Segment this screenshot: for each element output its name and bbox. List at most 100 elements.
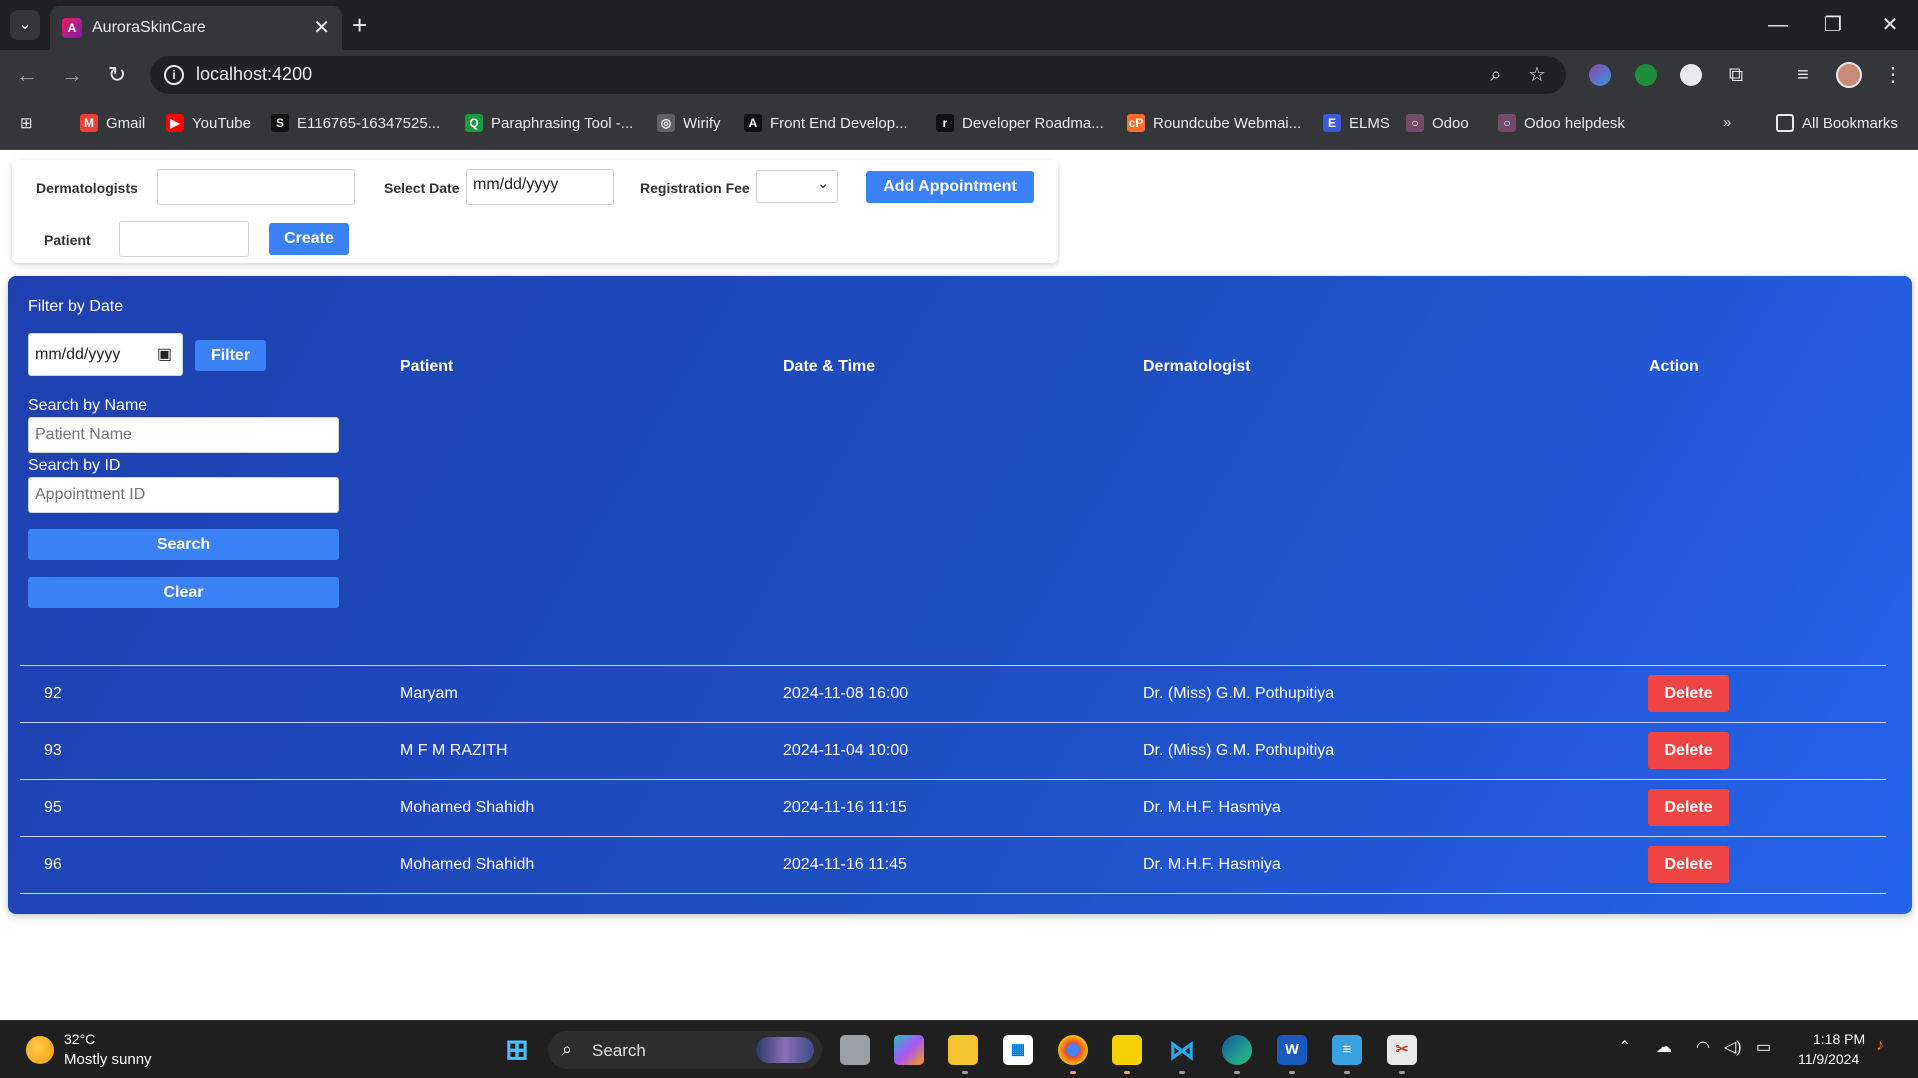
bookmark-item[interactable]: ○ Odoo helpdesk [1498, 114, 1625, 132]
row-divider [20, 836, 1886, 837]
patient-input[interactable] [119, 221, 249, 257]
forward-icon[interactable]: → [55, 60, 89, 90]
minimize-icon[interactable]: — [1758, 8, 1798, 42]
link-icon: S [271, 114, 289, 132]
bookmark-item[interactable]: Q Paraphrasing Tool -... [465, 114, 633, 132]
browser-toolbar: ← → ↻ i localhost:4200 ⌕ ☆ ⧉ ≡ ⋮ [0, 50, 1918, 100]
cell-patient: M F M RAZITH [400, 742, 508, 759]
site-info-icon[interactable]: i [164, 65, 184, 85]
extension-icon[interactable] [1635, 64, 1657, 86]
file-explorer-icon[interactable] [948, 1035, 978, 1065]
header-patient: Patient [400, 358, 454, 375]
tray-overflow-icon[interactable]: ⌃ [1618, 1037, 1631, 1057]
bookmark-item[interactable]: S E116765-16347525... [271, 114, 440, 132]
running-indicator [1070, 1071, 1076, 1074]
zoom-icon[interactable]: ⌕ [1483, 62, 1509, 88]
reload-icon[interactable]: ↻ [100, 60, 134, 90]
task-view-icon[interactable] [840, 1035, 870, 1065]
bookmark-label: Roundcube Webmai... [1153, 114, 1302, 132]
registration-fee-label: Registration Fee [640, 180, 750, 196]
weather-icon[interactable] [26, 1036, 54, 1064]
bookmarks-bar: ⊞ » All Bookmarks M Gmail ▶ YouTube S E116765… [0, 100, 1918, 150]
search-icon: ⌕ [562, 1039, 573, 1059]
tab-title: AuroraSkinCare [92, 19, 206, 36]
dermatologists-input[interactable] [157, 169, 355, 205]
copilot-icon[interactable] [894, 1035, 924, 1065]
clock-date[interactable]: 11/9/2024 [1798, 1051, 1859, 1067]
folder-icon [1776, 114, 1794, 132]
battery-icon[interactable]: ▭ [1756, 1037, 1771, 1057]
quillbot-icon: Q [465, 114, 483, 132]
edge-icon[interactable] [1222, 1035, 1252, 1065]
profile-avatar[interactable] [1836, 62, 1862, 88]
word-icon[interactable]: W [1277, 1035, 1307, 1065]
apps-grid-icon[interactable]: ⊞ [20, 114, 33, 132]
running-indicator [962, 1071, 968, 1074]
all-bookmarks-folder[interactable]: All Bookmarks [1776, 114, 1898, 132]
new-tab-button[interactable]: + [352, 10, 367, 40]
clock-time[interactable]: 1:18 PM [1813, 1031, 1865, 1047]
appointment-form-card: Dermatologists Select Date mm/dd/yyyy Re… [12, 160, 1058, 263]
bookmark-item[interactable]: r Developer Roadma... [936, 114, 1104, 132]
vscode-icon[interactable]: ⋈ [1167, 1035, 1197, 1065]
cell-appointment-id: 93 [44, 742, 62, 759]
bookmark-item[interactable]: cP Roundcube Webmai... [1127, 114, 1301, 132]
odoo-icon: ○ [1406, 114, 1424, 132]
running-indicator [1179, 1071, 1185, 1074]
sticky-notes-icon[interactable] [1112, 1035, 1142, 1065]
restore-icon[interactable]: ❐ [1813, 8, 1853, 42]
notepad-icon[interactable]: ≡ [1332, 1035, 1362, 1065]
app-favicon-icon: A [62, 18, 82, 38]
odoo-icon: ○ [1498, 114, 1516, 132]
search-highlight-image [756, 1037, 814, 1063]
appointment-id-input[interactable] [28, 477, 339, 513]
registration-fee-select[interactable]: ⌄ [756, 170, 838, 203]
search-button[interactable]: Search [28, 529, 339, 560]
bookmark-item[interactable]: ▶ YouTube [166, 114, 251, 132]
taskbar: 32°C Mostly sunny ⊞ ⌕ Search ▦ ⋈ W ≡ ✂ ⌃… [0, 1020, 1918, 1078]
windows-start-icon[interactable]: ⊞ [502, 1035, 532, 1065]
dermatologists-label: Dermatologists [36, 180, 138, 196]
bookmark-label: Wirify [683, 114, 721, 132]
notification-bell-icon[interactable]: ♪ [1876, 1037, 1884, 1055]
chrome-icon[interactable] [1058, 1035, 1088, 1065]
bookmark-label: YouTube [192, 114, 251, 132]
microsoft-store-icon[interactable]: ▦ [1003, 1035, 1033, 1065]
onedrive-icon[interactable]: ☁ [1656, 1037, 1672, 1057]
bookmark-item[interactable]: A Front End Develop... [744, 114, 908, 132]
volume-icon[interactable]: ◁) [1724, 1037, 1742, 1057]
taskbar-search[interactable]: ⌕ Search [548, 1031, 822, 1069]
globe-icon: ◎ [657, 114, 675, 132]
more-bookmarks-icon[interactable]: » [1723, 114, 1731, 131]
delete-button[interactable]: Delete [1648, 675, 1729, 712]
tab-search-button[interactable]: ⌄ [10, 10, 40, 40]
extension-icon[interactable] [1589, 64, 1611, 86]
create-button[interactable]: Create [269, 223, 349, 255]
clear-button[interactable]: Clear [28, 577, 339, 608]
wifi-icon[interactable]: ◠ [1696, 1037, 1710, 1057]
bookmark-item[interactable]: E ELMS [1323, 114, 1390, 132]
filter-button[interactable]: Filter [195, 340, 266, 371]
snipping-tool-icon[interactable]: ✂ [1387, 1035, 1417, 1065]
bookmark-item[interactable]: ○ Odoo [1406, 114, 1469, 132]
bookmark-star-icon[interactable]: ☆ [1524, 62, 1550, 88]
back-icon[interactable]: ← [10, 60, 44, 90]
patient-name-input[interactable] [28, 417, 339, 453]
tab-close-icon[interactable]: ✕ [313, 16, 330, 40]
delete-button[interactable]: Delete [1648, 732, 1729, 769]
media-control-icon[interactable]: ≡ [1790, 62, 1816, 88]
extensions-puzzle-icon[interactable]: ⧉ [1723, 62, 1749, 88]
browser-tab[interactable]: A AuroraSkinCare ✕ [50, 6, 342, 50]
bookmark-item[interactable]: ◎ Wirify [657, 114, 721, 132]
header-date-time: Date & Time [783, 358, 876, 375]
delete-button[interactable]: Delete [1648, 789, 1729, 826]
delete-button[interactable]: Delete [1648, 846, 1729, 883]
weather-desc: Mostly sunny [64, 1051, 152, 1068]
bookmark-item[interactable]: M Gmail [80, 114, 145, 132]
browser-menu-icon[interactable]: ⋮ [1880, 62, 1906, 88]
add-appointment-button[interactable]: Add Appointment [866, 171, 1034, 203]
extension-icon[interactable] [1680, 64, 1702, 86]
select-date-input[interactable]: mm/dd/yyyy [466, 169, 614, 205]
close-window-icon[interactable]: ✕ [1870, 8, 1910, 42]
address-bar[interactable]: i localhost:4200 ⌕ ☆ [150, 56, 1566, 94]
